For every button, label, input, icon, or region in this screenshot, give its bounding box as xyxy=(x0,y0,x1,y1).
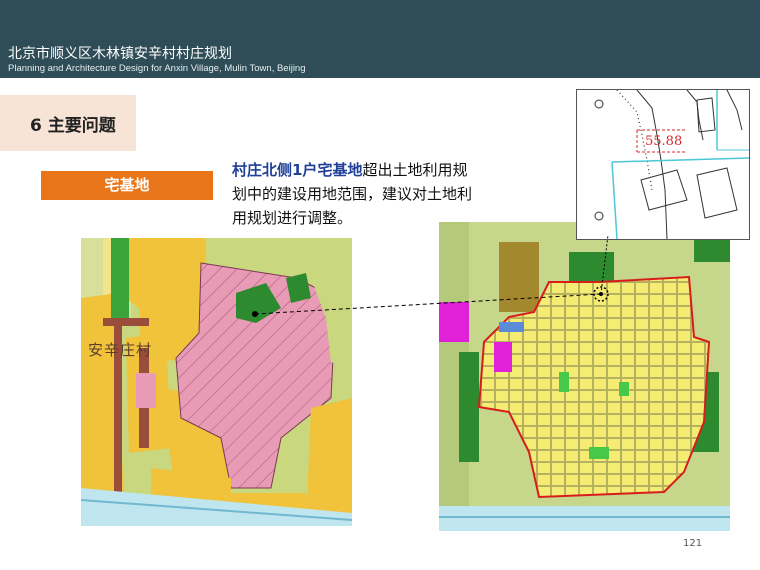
header-title: 北京市顺义区木林镇安辛村村庄规划 xyxy=(8,46,232,62)
detail-inset-graphic xyxy=(594,90,749,239)
village-plan-graphic xyxy=(439,222,730,531)
land-use-plan-map: 安辛庄村 xyxy=(81,238,352,526)
detail-inset-map: 55.88 xyxy=(576,89,750,240)
header-subtitle: Planning and Architecture Design for Anx… xyxy=(8,63,306,74)
land-use-plan-graphic xyxy=(81,238,352,526)
header-bar: 北京市顺义区木林镇安辛村村庄规划 Planning and Architectu… xyxy=(0,0,760,78)
category-tag: 宅基地 xyxy=(41,171,213,200)
issue-description: 村庄北侧1户宅基地超出土地利用规划中的建设用地范围，建议对土地利用规划进行调整。 xyxy=(232,158,482,230)
issue-highlight: 村庄北侧1户宅基地 xyxy=(232,161,363,179)
section-title: 6 主要问题 xyxy=(30,116,116,136)
page-number: 121 xyxy=(683,538,703,549)
village-plan-map xyxy=(439,222,730,531)
inset-value-label: 55.88 xyxy=(645,134,683,149)
village-name-label: 安辛庄村 xyxy=(88,341,153,359)
